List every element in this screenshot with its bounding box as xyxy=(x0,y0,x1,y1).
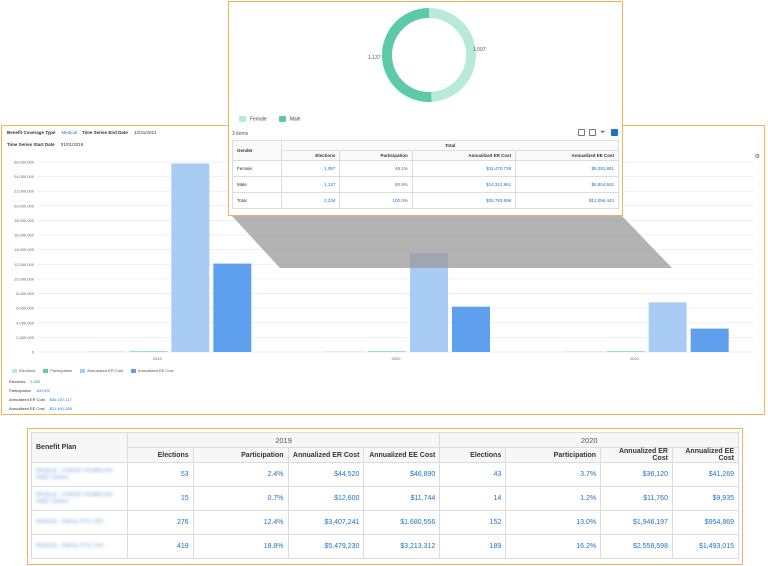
cell-participation[interactable]: 18.8% xyxy=(192,534,289,559)
cell-elections[interactable]: 276 xyxy=(126,510,194,535)
chart-view-icon[interactable] xyxy=(611,129,618,136)
cell-ee-cost[interactable]: $6,804,562 xyxy=(515,176,619,193)
donut-slice-female[interactable] xyxy=(428,8,476,102)
cell-er-cost[interactable]: $36,120 xyxy=(600,462,673,487)
cell-ee-cost[interactable]: $12,096,443 xyxy=(515,192,619,209)
table-row: Medical - Aetna PPO 250 419 18.8% $5,479,23… xyxy=(31,534,740,559)
export-excel-icon[interactable] xyxy=(578,129,585,136)
donut-chart xyxy=(382,8,476,102)
cell-elections[interactable]: 15 xyxy=(126,486,194,511)
col-er-cost: Annualized ER Cost xyxy=(287,447,365,463)
table-row: Medical - Anthem Healthcare HMO Select 15… xyxy=(31,486,740,511)
cell-elections[interactable]: 43 xyxy=(439,462,507,487)
cell-participation[interactable]: 50.9% xyxy=(339,176,413,193)
cell-ee-cost[interactable]: $5,291,881 xyxy=(515,160,619,177)
col-participation: Participation xyxy=(505,447,602,463)
col-elections: Elections xyxy=(439,447,507,463)
cell-ee-cost[interactable]: $3,213,312 xyxy=(363,534,441,559)
col-benefit-plan: Benefit Plan xyxy=(31,432,128,463)
cell-elections[interactable]: 1,097 xyxy=(281,160,341,177)
plan-name-link[interactable]: Medical - Aetna PPO 500 xyxy=(31,510,128,535)
cell-ee-cost[interactable]: $954,869 xyxy=(671,510,740,535)
cell-participation[interactable]: 12.4% xyxy=(192,510,289,535)
row-label: Female xyxy=(231,160,283,177)
row-label: Male xyxy=(231,176,283,193)
cell-elections[interactable]: 189 xyxy=(439,534,507,559)
items-count: 3 items xyxy=(232,131,249,137)
plan-name-link[interactable]: Medical - Aetna PPO 250 xyxy=(31,534,128,559)
row-label: Total xyxy=(231,192,283,209)
gender-table: Gender Total Elections Participation Ann… xyxy=(231,140,619,209)
table-row: Male 1,137 50.9% $14,312,961 $6,804,562 xyxy=(231,176,619,193)
table-toolbar: ⏷ xyxy=(578,129,618,136)
donut-label-male: 1,137 xyxy=(368,55,381,61)
cell-elections[interactable]: 1,137 xyxy=(281,176,341,193)
cell-participation[interactable]: 3.7% xyxy=(505,462,602,487)
legend-swatch xyxy=(239,116,246,122)
cell-er-cost[interactable]: $11,470,739 xyxy=(411,160,517,177)
benefit-plan-panel: Benefit Plan 2019 2020 Elections Partici… xyxy=(27,428,743,565)
table-row: Female 1,097 49.1% $11,470,739 $5,291,88… xyxy=(231,160,619,177)
group-2020: 2020 xyxy=(439,432,739,448)
legend-swatch xyxy=(278,116,286,122)
col-ee-cost: Annualized EE Cost xyxy=(515,150,619,161)
cell-ee-cost[interactable]: $11,744 xyxy=(363,486,441,511)
plan-name: Medical - Anthem Healthcare HMO Select xyxy=(36,467,114,481)
group-total: Total xyxy=(281,140,619,151)
cell-ee-cost[interactable]: $9,935 xyxy=(671,486,740,511)
cell-elections[interactable]: 2,234 xyxy=(281,192,341,209)
cell-participation[interactable]: 49.1% xyxy=(339,160,413,177)
cell-participation[interactable]: 16.2% xyxy=(505,534,602,559)
col-ee-cost: Annualized EE Cost xyxy=(671,447,740,463)
cell-participation[interactable]: 1.2% xyxy=(505,486,602,511)
cell-er-cost[interactable]: $44,520 xyxy=(287,462,365,487)
filter-icon[interactable]: ⏷ xyxy=(600,129,607,136)
plan-name-link[interactable]: Medical - Anthem Healthcare HMO Select xyxy=(31,462,128,487)
table-row: Total 2,234 100.0% $25,783,699 $12,096,4… xyxy=(231,192,619,209)
cell-elections[interactable]: 419 xyxy=(126,534,194,559)
cell-er-cost[interactable]: $11,760 xyxy=(600,486,673,511)
legend-item-male[interactable]: Male xyxy=(278,116,301,122)
cell-er-cost[interactable]: $5,479,230 xyxy=(287,534,365,559)
cell-ee-cost[interactable]: $1,680,556 xyxy=(363,510,441,535)
gender-breakdown-panel: 1,137 1,097 Female Male 3 items ⏷ Gender… xyxy=(228,1,623,216)
benefit-plan-table: Benefit Plan 2019 2020 Elections Partici… xyxy=(31,432,740,559)
plan-name: Medical - Anthem Healthcare HMO Select xyxy=(36,491,114,505)
cell-er-cost[interactable]: $25,783,699 xyxy=(411,192,517,209)
col-elections: Elections xyxy=(126,447,194,463)
group-2019: 2019 xyxy=(126,432,441,448)
plan-name: Medical - Aetna PPO 250 xyxy=(36,543,104,549)
donut-legend: Female Male xyxy=(239,116,301,122)
cell-participation[interactable]: 2.4% xyxy=(192,462,289,487)
col-participation: Participation xyxy=(192,447,289,463)
col-ee-cost: Annualized EE Cost xyxy=(363,447,441,463)
cell-ee-cost[interactable]: $41,269 xyxy=(671,462,740,487)
col-gender: Gender xyxy=(231,140,283,161)
cell-elections[interactable]: 14 xyxy=(439,486,507,511)
donut-slice-male[interactable] xyxy=(382,8,432,102)
plan-name: Medical - Aetna PPO 500 xyxy=(36,519,104,525)
donut-label-female: 1,097 xyxy=(473,47,486,53)
cell-er-cost[interactable]: $2,558,598 xyxy=(600,534,673,559)
export-pdf-icon[interactable] xyxy=(589,129,596,136)
cell-er-cost[interactable]: $3,407,241 xyxy=(287,510,365,535)
cell-er-cost[interactable]: $12,600 xyxy=(287,486,365,511)
cell-participation[interactable]: 0.7% xyxy=(192,486,289,511)
cell-ee-cost[interactable]: $46,890 xyxy=(363,462,441,487)
cell-er-cost[interactable]: $14,312,961 xyxy=(411,176,517,193)
plan-name-link[interactable]: Medical - Anthem Healthcare HMO Select xyxy=(31,486,128,511)
cell-elections[interactable]: 152 xyxy=(439,510,507,535)
col-elections: Elections xyxy=(281,150,341,161)
cell-participation[interactable]: 13.0% xyxy=(505,510,602,535)
cell-er-cost[interactable]: $1,946,197 xyxy=(600,510,673,535)
col-er-cost: Annualized ER Cost xyxy=(600,447,673,463)
table-row: Medical - Aetna PPO 500 276 12.4% $3,407,24… xyxy=(31,510,740,535)
col-er-cost: Annualized ER Cost xyxy=(411,150,517,161)
cell-elections[interactable]: 53 xyxy=(126,462,194,487)
table-row: Medical - Anthem Healthcare HMO Select 53… xyxy=(31,462,740,487)
legend-item-female[interactable]: Female xyxy=(239,116,267,122)
cell-participation[interactable]: 100.0% xyxy=(339,192,413,209)
col-participation: Participation xyxy=(339,150,413,161)
cell-ee-cost[interactable]: $1,493,015 xyxy=(671,534,740,559)
